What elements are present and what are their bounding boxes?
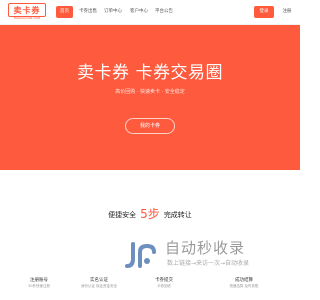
feature-desc: 卡券回收 — [157, 284, 171, 288]
slogan-highlight: 5步 — [140, 207, 160, 221]
slogan-after: 完成转让 — [163, 211, 192, 219]
hero-subtitle: 高价回购 · 快速卖卡 · 安全稳定 — [115, 89, 185, 95]
top-header: 卖卡券 MAIKAQUAN.COM 首页 卡券出售 订单中心 客户中心 平台公告… — [0, 0, 300, 25]
feature-register: 注册账号 30秒快速注册 — [9, 276, 69, 289]
feature-desc: 30秒快速注册 — [28, 284, 50, 288]
nav-item-notices[interactable]: 平台公告 — [155, 6, 173, 18]
login-button[interactable]: 登录 — [254, 6, 274, 18]
watermark-logo-icon — [125, 242, 156, 268]
watermark-subtitle: 数上链接→来访一次→自动收录 — [167, 260, 250, 267]
nav-item-sell[interactable]: 卡券出售 — [79, 6, 97, 18]
feature-submit: 卡券提交 卡券回收 — [134, 276, 194, 289]
nav-item-orders[interactable]: 订单中心 — [104, 6, 122, 18]
slogan-before: 便捷安全 — [108, 211, 137, 219]
hero-title: 卖卡券 卡券交易圈 — [77, 63, 223, 83]
watermark-title: 自动秒收录 — [165, 239, 246, 257]
feature-desc: 快速结算 及时到账 — [229, 284, 259, 288]
site-logo[interactable]: 卖卡券 MAIKAQUAN.COM — [8, 3, 46, 20]
watermark-overlay: 自动秒收录 数上链接→来访一次→自动收录 — [123, 238, 293, 278]
register-link[interactable]: 注册 — [278, 6, 296, 18]
nav-item-home[interactable]: 首页 — [56, 6, 73, 18]
feature-steps: 注册账号 30秒快速注册 实名认证 身份认证 保证资金安全 卡券提交 卡券回收 … — [0, 276, 300, 300]
feature-verify: 实名认证 身份认证 保证资金安全 — [69, 276, 129, 289]
nav-item-customer[interactable]: 客户中心 — [130, 6, 148, 18]
feature-desc: 身份认证 保证资金安全 — [80, 284, 118, 288]
feature-settle: 成功结算 快速结算 及时到账 — [214, 276, 274, 289]
logo-text: 卖卡券 — [8, 3, 46, 17]
process-slogan: 便捷安全 5步 完成转让 — [0, 207, 300, 222]
logo-subtitle: MAIKAQUAN.COM — [13, 16, 41, 20]
my-coupons-button[interactable]: 我的卡券 — [125, 118, 175, 134]
hero-banner: 卖卡券 卡券交易圈 高价回购 · 快速卖卡 · 安全稳定 我的卡券 — [0, 25, 300, 170]
